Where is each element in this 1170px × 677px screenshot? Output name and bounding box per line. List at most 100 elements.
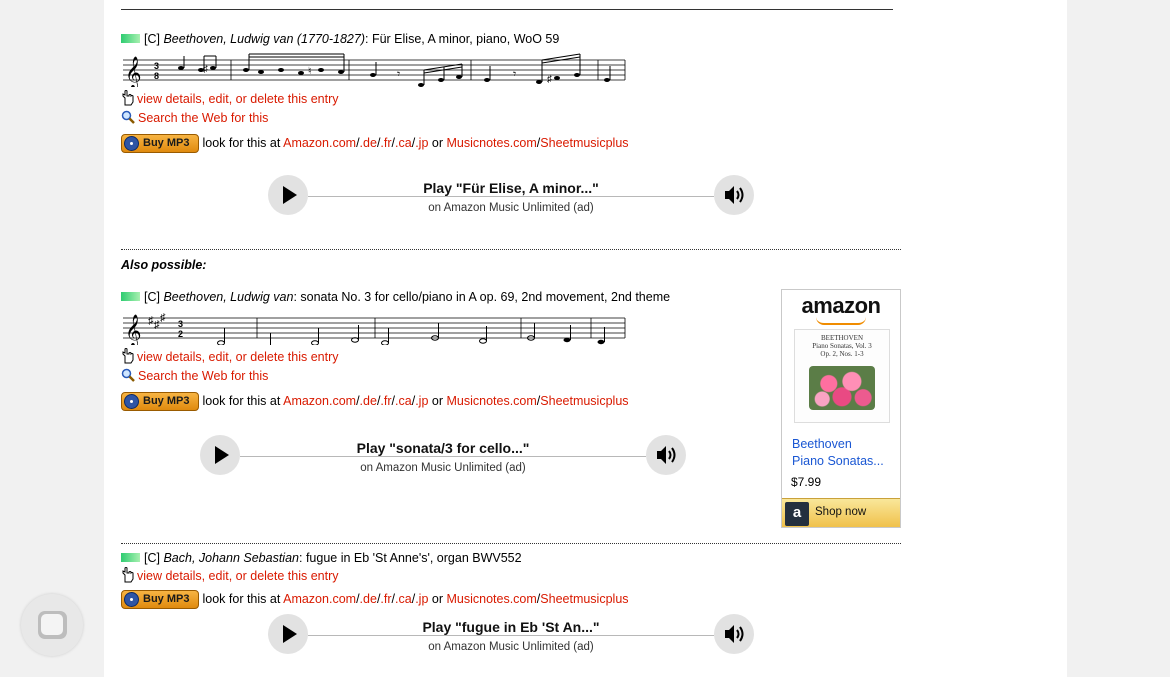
work-title: : fugue in Eb 'St Anne's', organ BWV552: [299, 551, 522, 565]
speaker-icon[interactable]: [714, 614, 754, 654]
amazon-ca-link[interactable]: .ca: [395, 394, 412, 408]
player-subtitle: on Amazon Music Unlimited (ad): [428, 641, 594, 653]
amazon-fr-link[interactable]: .fr: [380, 394, 391, 408]
cover-line: BEETHOVEN: [821, 334, 863, 342]
also-possible-heading: Also possible:: [121, 258, 207, 272]
speaker-icon[interactable]: [646, 435, 686, 475]
category-tag: [C]: [144, 290, 160, 304]
svg-text:𝄾: 𝄾: [397, 67, 400, 81]
speaker-icon[interactable]: [714, 175, 754, 215]
view-details-link[interactable]: view details, edit, or delete this entry: [137, 569, 339, 583]
or-text: or: [431, 394, 443, 408]
music-notation: 𝄞 38 𝄾 𝄾 ♯ ♯ ♮: [121, 50, 901, 90]
amazon-jp-link[interactable]: .jp: [415, 592, 428, 606]
buy-mp3-button[interactable]: Buy MP3: [121, 392, 199, 412]
details-row: view details, edit, or delete this entry: [121, 90, 901, 109]
search-web-link[interactable]: Search the Web for this: [138, 369, 268, 383]
hand-pointer-icon: [121, 90, 135, 106]
music-notation: 𝄞 ♯ ♯ ♯ 32: [121, 308, 771, 351]
product-cover-image[interactable]: BEETHOVEN Piano Sonatas, Vol. 3 Op. 2, N…: [794, 329, 890, 423]
amazon-com-link[interactable]: Amazon.com: [283, 592, 356, 606]
amazon-jp-link[interactable]: .jp: [415, 136, 428, 150]
quality-bar: [121, 553, 140, 562]
disc-icon: [124, 136, 139, 152]
progress-track[interactable]: [308, 196, 714, 197]
entry-title: [C] Beethoven, Ludwig van: sonata No. 3 …: [121, 289, 771, 305]
music-staff-image: 𝄞 ♯ ♯♯ 32: [123, 312, 626, 351]
svg-text:𝄞: 𝄞: [125, 314, 142, 345]
product-name-link[interactable]: Beethoven Piano Sonatas...: [792, 436, 884, 470]
magnifier-icon: [121, 110, 135, 124]
entry-title: [C] Beethoven, Ludwig van (1770-1827): F…: [121, 31, 901, 47]
svg-text:𝄾: 𝄾: [513, 67, 516, 81]
amazon-de-link[interactable]: .de: [360, 136, 377, 150]
search-row: Search the Web for this: [121, 109, 901, 128]
disc-icon: [124, 592, 139, 608]
buy-mp3-button[interactable]: Buy MP3: [121, 134, 199, 154]
sheetmusicplus-link[interactable]: Sheetmusicplus: [540, 592, 628, 606]
svg-text:8: 8: [154, 71, 159, 81]
or-text: or: [431, 136, 443, 150]
player-subtitle: on Amazon Music Unlimited (ad): [428, 202, 594, 214]
play-icon[interactable]: [268, 175, 308, 215]
fingerprint-icon[interactable]: [21, 594, 83, 656]
shop-now-button[interactable]: a Shop now: [782, 498, 900, 527]
buy-mp3-button[interactable]: Buy MP3: [121, 590, 199, 610]
amazon-com-link[interactable]: Amazon.com: [283, 136, 356, 150]
amazon-de-link[interactable]: .de: [360, 394, 377, 408]
musicnotes-link[interactable]: Musicnotes.com: [446, 136, 536, 150]
category-tag: [C]: [144, 32, 160, 46]
view-details-link[interactable]: view details, edit, or delete this entry: [137, 350, 339, 364]
sheetmusicplus-link[interactable]: Sheetmusicplus: [540, 136, 628, 150]
product-name-line: Beethoven: [792, 437, 852, 451]
buy-row: Buy MP3 look for this at Amazon.com/.de/…: [121, 588, 901, 610]
svg-text:3: 3: [154, 61, 159, 71]
search-row: Search the Web for this: [121, 367, 771, 386]
amazon-player-1: Play "Für Elise, A minor..." on Amazon M…: [268, 175, 754, 217]
progress-track[interactable]: [308, 635, 714, 636]
flower-photo: [809, 366, 875, 410]
play-icon[interactable]: [268, 614, 308, 654]
musicnotes-link[interactable]: Musicnotes.com: [446, 394, 536, 408]
musicnotes-link[interactable]: Musicnotes.com: [446, 592, 536, 606]
buy-row: Buy MP3 look for this at Amazon.com/.de/…: [121, 132, 901, 154]
amazon-fr-link[interactable]: .fr: [380, 136, 391, 150]
amazon-fr-link[interactable]: .fr: [380, 592, 391, 606]
progress-track[interactable]: [240, 456, 646, 457]
amazon-de-link[interactable]: .de: [360, 592, 377, 606]
cover-line: Op. 2, Nos. 1-3: [820, 350, 864, 358]
view-details-link[interactable]: view details, edit, or delete this entry: [137, 92, 339, 106]
cover-text: BEETHOVEN Piano Sonatas, Vol. 3 Op. 2, N…: [795, 330, 889, 358]
search-web-link[interactable]: Search the Web for this: [138, 111, 268, 125]
buy-mp3-label: Buy MP3: [143, 593, 190, 606]
page-content: [C] Beethoven, Ludwig van (1770-1827): F…: [104, 0, 1067, 677]
magnifier-icon: [121, 368, 135, 382]
amazon-ca-link[interactable]: .ca: [395, 592, 412, 606]
hand-pointer-icon: [121, 348, 135, 364]
svg-text:♯: ♯: [547, 74, 552, 85]
entry-title: [C] Bach, Johann Sebastian: fugue in Eb …: [121, 550, 901, 566]
entry-fur-elise: [C] Beethoven, Ludwig van (1770-1827): F…: [121, 31, 901, 154]
buy-mp3-label: Buy MP3: [143, 395, 190, 408]
category-tag: [C]: [144, 551, 160, 565]
look-for-text: look for this at: [202, 394, 281, 408]
amazon-player-3: Play "fugue in Eb 'St An..." on Amazon M…: [268, 614, 754, 656]
amazon-jp-link[interactable]: .jp: [415, 394, 428, 408]
sheetmusicplus-link[interactable]: Sheetmusicplus: [540, 394, 628, 408]
player-title: Play "Für Elise, A minor...": [423, 180, 599, 196]
buy-mp3-label: Buy MP3: [143, 137, 190, 150]
amazon-ad-widget[interactable]: amazon BEETHOVEN Piano Sonatas, Vol. 3 O…: [781, 289, 901, 528]
look-for-text: look for this at: [202, 592, 281, 606]
or-text: or: [431, 592, 443, 606]
amazon-com-link[interactable]: Amazon.com: [283, 394, 356, 408]
amazon-ca-link[interactable]: .ca: [395, 136, 412, 150]
music-staff-image: 𝄞 38 𝄾 𝄾 ♯ ♯ ♮: [123, 53, 626, 90]
product-name-line: Piano Sonatas...: [792, 454, 884, 468]
svg-text:3: 3: [178, 319, 183, 329]
composer-name: Beethoven, Ludwig van: [163, 290, 294, 304]
quality-bar: [121, 34, 140, 43]
divider-2: [121, 543, 901, 544]
svg-text:♮: ♮: [308, 66, 312, 77]
hand-pointer-icon: [121, 567, 135, 583]
play-icon[interactable]: [200, 435, 240, 475]
